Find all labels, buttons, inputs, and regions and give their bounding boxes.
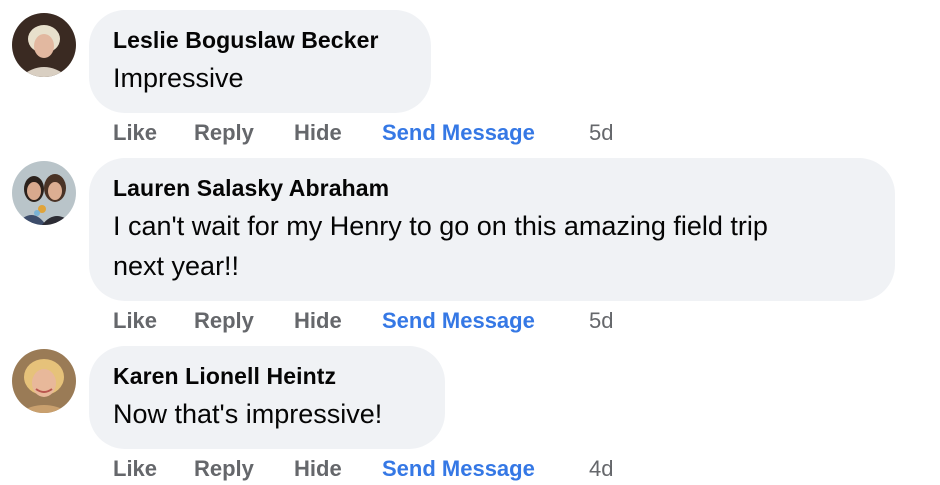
hide-button[interactable]: Hide — [294, 308, 382, 334]
avatar[interactable] — [12, 161, 76, 225]
send-message-link[interactable]: Send Message — [382, 308, 589, 334]
comment-text-line: I can't wait for my Henry to go on this … — [113, 211, 768, 241]
reply-button[interactable]: Reply — [194, 120, 294, 146]
comment-author[interactable]: Leslie Boguslaw Becker — [113, 26, 407, 54]
reply-button[interactable]: Reply — [194, 308, 294, 334]
comment-timestamp[interactable]: 5d — [589, 120, 613, 146]
comment-actions: Like Reply Hide Send Message 4d — [113, 453, 613, 485]
user-avatar-image — [12, 349, 76, 413]
send-message-link[interactable]: Send Message — [382, 456, 589, 482]
comment-author[interactable]: Karen Lionell Heintz — [113, 362, 421, 390]
like-button[interactable]: Like — [113, 456, 194, 482]
comment-text: Impressive — [113, 63, 244, 93]
reply-button[interactable]: Reply — [194, 456, 294, 482]
like-button[interactable]: Like — [113, 120, 194, 146]
avatar[interactable] — [12, 349, 76, 413]
user-avatar-image — [12, 13, 76, 77]
comment-text-line: next year!! — [113, 251, 240, 281]
comment-timestamp[interactable]: 4d — [589, 456, 613, 482]
comment-text: I can't wait for my Henry to go on this … — [113, 206, 871, 286]
comment-bubble: Lauren Salasky Abraham I can't wait for … — [89, 158, 895, 301]
comment-bubble: Leslie Boguslaw Becker Impressive — [89, 10, 431, 113]
comment-author[interactable]: Lauren Salasky Abraham — [113, 174, 871, 202]
comment-timestamp[interactable]: 5d — [589, 308, 613, 334]
like-button[interactable]: Like — [113, 308, 194, 334]
comment-text: Now that's impressive! — [113, 399, 383, 429]
send-message-link[interactable]: Send Message — [382, 120, 589, 146]
hide-button[interactable]: Hide — [294, 120, 382, 146]
comment-bubble: Karen Lionell Heintz Now that's impressi… — [89, 346, 445, 449]
comment-actions: Like Reply Hide Send Message 5d — [113, 305, 613, 337]
comment-actions: Like Reply Hide Send Message 5d — [113, 117, 613, 149]
avatar[interactable] — [12, 13, 76, 77]
hide-button[interactable]: Hide — [294, 456, 382, 482]
user-avatar-image — [12, 161, 76, 225]
